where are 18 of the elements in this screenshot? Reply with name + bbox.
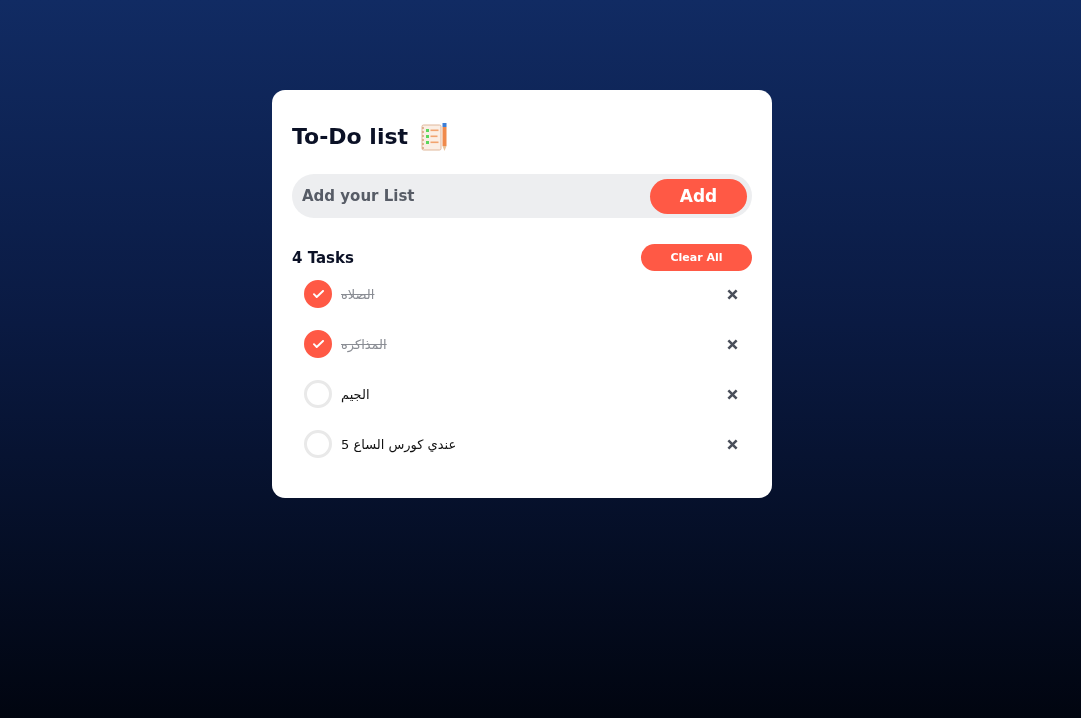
task-count: 4 Tasks xyxy=(292,248,354,267)
add-button[interactable]: Add xyxy=(650,178,747,214)
checklist-notepad-icon xyxy=(420,122,449,152)
clear-all-button[interactable]: Clear All xyxy=(641,244,752,271)
task-text: عندي كورس الساع 5 xyxy=(341,436,457,452)
task-checkbox[interactable] xyxy=(304,330,332,358)
task-checkbox[interactable] xyxy=(304,280,332,308)
close-icon[interactable] xyxy=(727,438,738,450)
close-icon[interactable] xyxy=(727,388,738,400)
task-text: الجيم xyxy=(341,386,370,402)
check-icon xyxy=(312,340,324,348)
task-text: الصلاه xyxy=(341,286,375,302)
task-input-field[interactable]: Add your List Add xyxy=(292,174,752,218)
close-icon[interactable] xyxy=(727,338,738,350)
check-icon xyxy=(312,290,324,298)
task-text: المذاكره xyxy=(341,336,387,352)
card-title: To-Do list xyxy=(292,123,409,151)
close-icon[interactable] xyxy=(727,288,738,300)
